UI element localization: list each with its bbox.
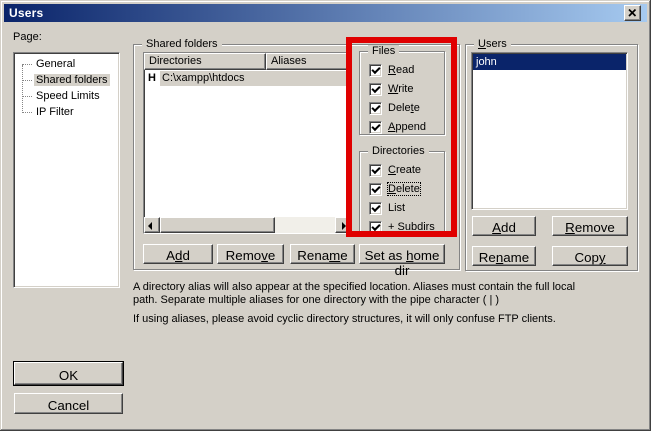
set-as-home-dir-button[interactable]: Set as home dir (359, 244, 445, 264)
user-add-button[interactable]: Add (472, 216, 536, 236)
checkbox-row-write[interactable]: Write (369, 82, 444, 96)
tree-branch-stub (22, 64, 32, 65)
close-button[interactable] (624, 5, 641, 21)
list-label: List (388, 202, 405, 214)
user-name: john (476, 56, 497, 68)
listview-body: H C:\xampp\htdocs (144, 70, 351, 217)
help-text-line-2: path. Separate multiple aliases for one … (133, 294, 533, 306)
checkbox-row-list[interactable]: List (369, 201, 444, 215)
page-item-speed-limits[interactable]: Speed Limits (14, 88, 119, 104)
directories-group-label: Directories (368, 145, 429, 158)
file-delete-checkbox[interactable] (369, 102, 382, 115)
window-title: Users (4, 6, 43, 20)
append-label: Append (388, 121, 426, 133)
shared-add-button[interactable]: Add (143, 244, 213, 264)
append-checkbox[interactable] (369, 121, 382, 134)
create-checkbox[interactable] (369, 164, 382, 177)
checkbox-row-append[interactable]: Append (369, 120, 444, 134)
column-header-directories[interactable]: Directories (144, 53, 266, 70)
scroll-left-button[interactable] (144, 217, 160, 233)
dir-delete-label: Delete (388, 183, 420, 195)
checkbox-row-create[interactable]: Create (369, 163, 444, 177)
page-tree: General Shared folders Speed Limits IP F… (13, 52, 120, 288)
close-icon (628, 9, 637, 17)
scrollbar-thumb[interactable] (160, 217, 275, 233)
user-copy-button[interactable]: Copy (552, 246, 628, 266)
shared-folders-group-label: Shared folders (142, 38, 222, 51)
page-item-ip-filter[interactable]: IP Filter (14, 104, 119, 120)
tree-branch-stub (22, 112, 32, 113)
scroll-right-icon (342, 222, 346, 230)
users-list[interactable]: john (471, 52, 628, 210)
checkbox-row-file-delete[interactable]: Delete (369, 101, 444, 115)
page-item-label: IP Filter (34, 106, 76, 118)
checkbox-row-subdirs[interactable]: + Subdirs (369, 220, 444, 234)
scrollbar-track[interactable] (160, 217, 335, 233)
listview-header: Directories Aliases (144, 53, 351, 70)
page-item-shared-folders[interactable]: Shared folders (14, 72, 119, 88)
user-rename-button[interactable]: Rename (472, 246, 536, 266)
ok-button[interactable]: OK (14, 362, 123, 385)
user-row-john[interactable]: john (473, 54, 626, 70)
subdirs-checkbox[interactable] (369, 221, 382, 234)
checkbox-row-dir-delete[interactable]: Delete (369, 182, 444, 196)
write-checkbox[interactable] (369, 83, 382, 96)
page-panel-label: Page: (13, 31, 42, 44)
write-label: Write (388, 83, 413, 95)
users-dialog: Users Page: General Shared folders Speed… (0, 0, 651, 431)
user-remove-button[interactable]: Remove (552, 216, 628, 236)
page-item-label: Shared folders (34, 74, 110, 86)
directory-row[interactable]: H C:\xampp\htdocs (144, 70, 351, 86)
list-checkbox[interactable] (369, 202, 382, 215)
help-text-line-1: A directory alias will also appear at th… (133, 281, 533, 293)
cancel-button[interactable]: Cancel (14, 393, 123, 414)
home-marker: H (144, 72, 160, 84)
files-group-label: Files (368, 45, 399, 58)
directories-permissions-group: Directories Create Delete List + Subdirs (359, 151, 445, 233)
tree-branch-stub (22, 80, 32, 81)
shared-rename-button[interactable]: Rename (290, 244, 355, 264)
read-checkbox[interactable] (369, 64, 382, 77)
directory-path: C:\xampp\htdocs (160, 71, 351, 86)
shared-remove-button[interactable]: Remove (217, 244, 284, 264)
tree-branch-stub (22, 96, 32, 97)
files-permissions-group: Files Read Write Delete Append (359, 51, 445, 135)
page-item-general[interactable]: General (14, 56, 119, 72)
users-group-label: Users (474, 38, 511, 51)
file-delete-label: Delete (388, 102, 420, 114)
create-label: Create (388, 164, 421, 176)
scroll-left-icon (148, 222, 152, 230)
directories-listview[interactable]: Directories Aliases H C:\xampp\htdocs (143, 52, 352, 234)
horizontal-scrollbar[interactable] (144, 217, 351, 233)
titlebar[interactable]: Users (4, 4, 647, 22)
help-text-line-3: If using aliases, please avoid cyclic di… (133, 313, 533, 325)
checkbox-row-read[interactable]: Read (369, 63, 444, 77)
scroll-right-button[interactable] (335, 217, 351, 233)
dir-delete-checkbox[interactable] (369, 183, 382, 196)
page-item-label: General (34, 58, 77, 70)
read-label: Read (388, 64, 414, 76)
column-header-aliases[interactable]: Aliases (266, 53, 351, 70)
subdirs-label: + Subdirs (388, 221, 435, 233)
page-item-label: Speed Limits (34, 90, 102, 102)
